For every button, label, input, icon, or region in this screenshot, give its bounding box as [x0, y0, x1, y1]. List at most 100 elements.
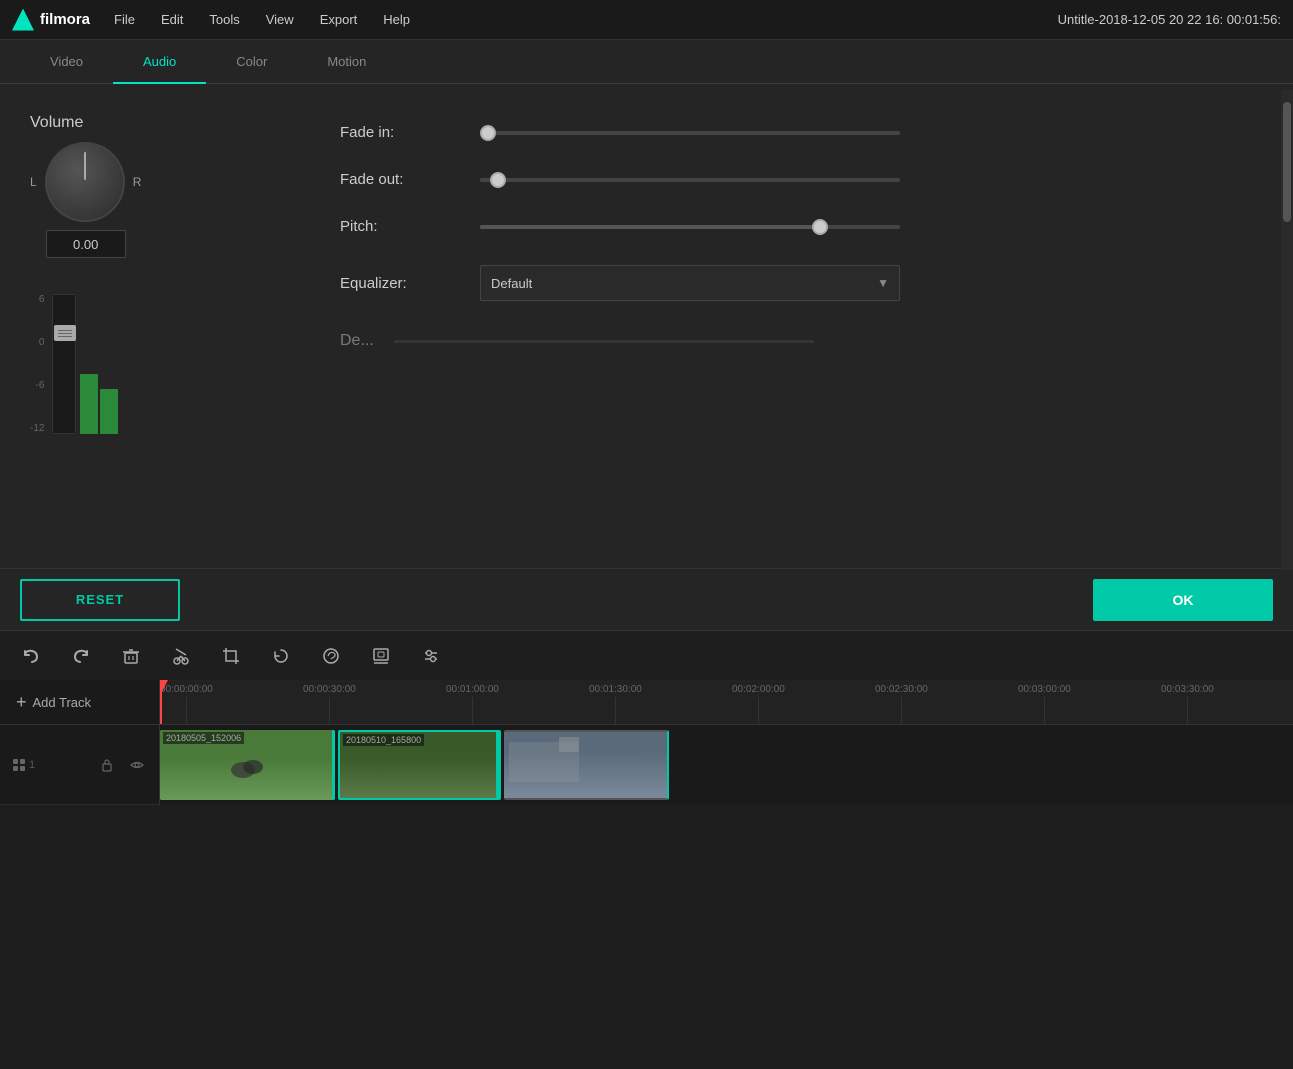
equalizer-label: Equalizer:: [340, 275, 460, 292]
clip-right-edge-2[interactable]: [496, 732, 499, 798]
knob-container: L R 0.00: [30, 142, 141, 258]
tab-color[interactable]: Color: [206, 40, 297, 83]
ruler-time-6: 00:03:00:00: [1018, 680, 1071, 695]
fade-out-row: Fade out:: [340, 171, 1243, 188]
track-visibility-button[interactable]: [127, 755, 147, 775]
vu-scale: 6 0 -6 -12: [30, 294, 48, 434]
tabs: Video Audio Color Motion: [0, 40, 1293, 84]
pitch-slider[interactable]: [480, 225, 900, 229]
plus-icon: +: [16, 692, 27, 713]
controls-section: Fade in: Fade out: Pitch:: [300, 104, 1273, 548]
right-label: R: [133, 175, 142, 189]
menu-export[interactable]: Export: [316, 10, 362, 29]
vu-scale-0: 0: [30, 337, 44, 348]
vu-bars: [80, 294, 118, 434]
clip-3[interactable]: [504, 730, 669, 800]
vu-meter: 6 0 -6 -12: [30, 274, 118, 434]
panel-scrollbar[interactable]: [1281, 90, 1293, 570]
add-track-button[interactable]: + Add Track: [0, 680, 160, 724]
equalizer-row: Equalizer: Default ▼: [340, 265, 1243, 301]
tab-motion[interactable]: Motion: [297, 40, 396, 83]
fade-in-slider[interactable]: [480, 131, 900, 135]
fade-in-thumb[interactable]: [480, 125, 496, 141]
volume-section: Volume L R 0.00 6 0 -6 -12: [20, 104, 280, 548]
properties-panel: Video Audio Color Motion Volume L R 0.00: [0, 40, 1293, 630]
track-clips: 20180505_152006 20180510_165800: [160, 725, 1293, 805]
playhead[interactable]: [160, 680, 162, 724]
ok-button[interactable]: OK: [1093, 579, 1273, 621]
ruler-mark-3: 00:01:30:00: [589, 680, 642, 724]
ruler-mark-1: 00:00:30:00: [303, 680, 356, 724]
equalizer-value: Default: [491, 276, 532, 291]
track-controls: 1: [0, 725, 160, 805]
track-control-row-1: 1: [0, 725, 159, 805]
cut-button[interactable]: [166, 641, 196, 671]
clip-1[interactable]: 20180505_152006: [160, 730, 335, 800]
edit-button[interactable]: [316, 641, 346, 671]
menu-view[interactable]: View: [262, 10, 298, 29]
clip-thumbnail-2: 20180510_165800: [340, 732, 499, 798]
volume-fader-track: [52, 294, 76, 434]
crop-button[interactable]: [216, 641, 246, 671]
fade-out-label: Fade out:: [340, 171, 460, 188]
clip-video-content-3: [504, 732, 584, 792]
grid-icon: [12, 758, 26, 772]
left-label: L: [30, 175, 37, 189]
timeline-ruler: 00:00:00:00 00:00:30:00 00:01:00:00 00:0…: [160, 680, 1293, 724]
volume-fader-thumb[interactable]: [54, 325, 76, 341]
fade-out-thumb[interactable]: [490, 172, 506, 188]
menu-file[interactable]: File: [110, 10, 139, 29]
partial-row: De...: [340, 331, 1243, 351]
delete-button[interactable]: [116, 641, 146, 671]
audio-settings-button[interactable]: [416, 641, 446, 671]
fade-in-label: Fade in:: [340, 124, 460, 141]
panel-scrollbar-thumb[interactable]: [1283, 102, 1291, 222]
pitch-label: Pitch:: [340, 218, 460, 235]
menu-items: File Edit Tools View Export Help: [110, 10, 1038, 29]
ruler-mark-6: 00:03:00:00: [1018, 680, 1071, 724]
clip-label-2: 20180510_165800: [343, 734, 424, 746]
ruler-time-3: 00:01:30:00: [589, 680, 642, 695]
ruler-time-2: 00:01:00:00: [446, 680, 499, 695]
knob-wrapper: L R: [30, 142, 141, 222]
clip-2[interactable]: 20180510_165800: [338, 730, 501, 800]
rotate-button[interactable]: [266, 641, 296, 671]
clip-right-edge[interactable]: [332, 730, 335, 800]
vu-scale-m12: -12: [30, 423, 44, 434]
ruler-mark-5: 00:02:30:00: [875, 680, 928, 724]
track-number: 1: [12, 758, 35, 772]
volume-label: Volume: [30, 114, 83, 132]
bottom-buttons: RESET OK: [0, 568, 1293, 630]
vu-scale-m6: -6: [30, 380, 44, 391]
menu-help[interactable]: Help: [379, 10, 414, 29]
content-area: Volume L R 0.00 6 0 -6 -12: [0, 84, 1293, 568]
redo-button[interactable]: [66, 641, 96, 671]
volume-knob[interactable]: [45, 142, 125, 222]
equalizer-select[interactable]: Default ▼: [480, 265, 900, 301]
volume-value[interactable]: 0.00: [46, 230, 126, 258]
pitch-thumb[interactable]: [812, 219, 828, 235]
timeline-header: + Add Track 00:00:00:00 00:00:30:00 00:0…: [0, 680, 1293, 725]
tab-video[interactable]: Video: [20, 40, 113, 83]
playhead-marker: [160, 680, 168, 694]
window-title: Untitle-2018-12-05 20 22 16: 00:01:56:: [1058, 12, 1281, 27]
clip-label-1: 20180505_152006: [163, 732, 244, 744]
ruler-time-5: 00:02:30:00: [875, 680, 928, 695]
partial-label: De...: [340, 332, 374, 350]
track-lock-button[interactable]: [97, 755, 117, 775]
tab-audio[interactable]: Audio: [113, 40, 206, 83]
menu-tools[interactable]: Tools: [205, 10, 243, 29]
clip-thumbnail-3: [504, 732, 667, 798]
vu-bar-right: [100, 389, 118, 434]
add-track-label: Add Track: [33, 695, 92, 710]
knob-indicator: [84, 152, 86, 180]
reset-button[interactable]: RESET: [20, 579, 180, 621]
timeline: + Add Track 00:00:00:00 00:00:30:00 00:0…: [0, 680, 1293, 805]
vu-scale-6: 6: [30, 294, 44, 305]
undo-button[interactable]: [16, 641, 46, 671]
logo-text: filmora: [40, 11, 90, 28]
frame-button[interactable]: [366, 641, 396, 671]
fade-out-slider[interactable]: [480, 178, 900, 182]
ruler-mark-2: 00:01:00:00: [446, 680, 499, 724]
menu-edit[interactable]: Edit: [157, 10, 187, 29]
